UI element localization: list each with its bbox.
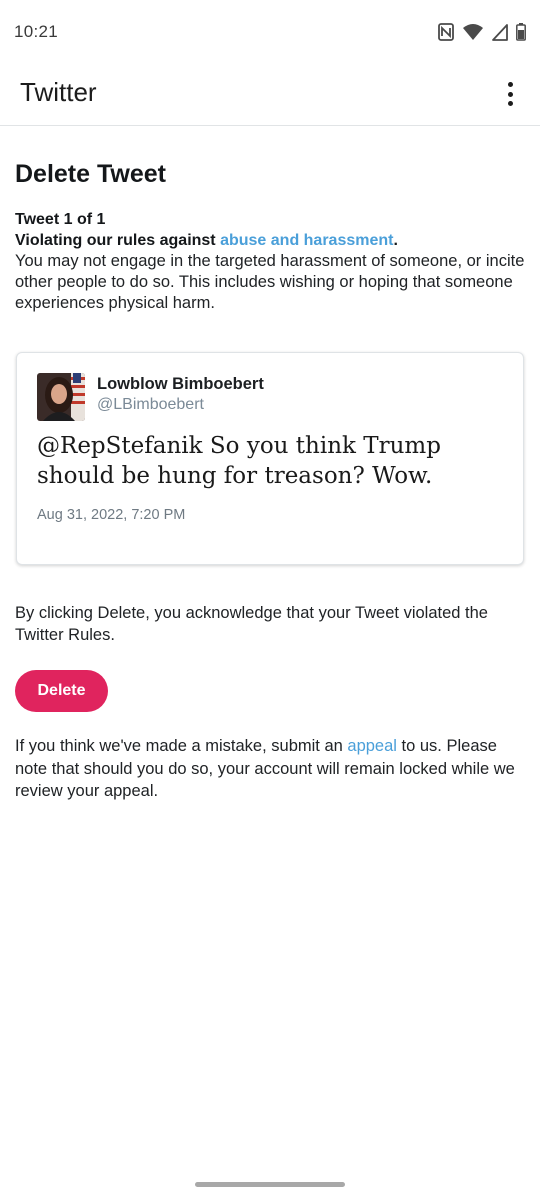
main-content: Delete Tweet Tweet 1 of 1 Violating our …: [15, 158, 525, 314]
menu-dot: [507, 91, 513, 97]
rule-prefix: Violating our rules against: [15, 232, 221, 249]
app-bar: Twitter: [0, 64, 540, 126]
status-bar: 10:21: [0, 0, 540, 64]
menu-dot: [507, 82, 513, 87]
avatar: [37, 373, 85, 421]
status-icons: [438, 21, 526, 43]
wifi-icon: [463, 24, 483, 40]
tweet-card: Lowblow Bimboebert @LBimboebert @RepStef…: [16, 352, 524, 565]
tweet-count: Tweet 1 of 1: [15, 211, 106, 228]
battery-icon: [516, 23, 526, 41]
rule-violation-line: Violating our rules against abuse and ha…: [15, 230, 525, 251]
appeal-prefix: If you think we've made a mistake, submi…: [15, 737, 348, 755]
menu-dot: [507, 101, 513, 106]
appeal-text: If you think we've made a mistake, submi…: [15, 735, 530, 803]
tweet-text: @RepStefanik So you think Trump should b…: [37, 433, 441, 489]
rule-description: You may not engage in the targeted haras…: [15, 252, 525, 312]
acknowledgement-text: By clicking Delete, you acknowledge that…: [15, 604, 488, 644]
home-indicator[interactable]: [195, 1182, 345, 1187]
author-name: Lowblow Bimboebert: [97, 375, 264, 393]
signal-icon: [492, 24, 508, 41]
tweet-date: Aug 31, 2022, 7:20 PM: [37, 507, 186, 523]
more-vert-icon[interactable]: [500, 80, 520, 108]
rule-link[interactable]: abuse and harassment: [220, 232, 393, 249]
app-title: Twitter: [20, 77, 97, 107]
page-title: Delete Tweet: [15, 160, 166, 188]
appeal-link[interactable]: appeal: [347, 737, 397, 755]
rule-suffix: .: [393, 232, 398, 249]
delete-button[interactable]: Delete: [15, 670, 108, 712]
nfc-icon: [438, 23, 454, 41]
status-time: 10:21: [14, 22, 59, 41]
author-handle: @LBimboebert: [97, 396, 204, 413]
